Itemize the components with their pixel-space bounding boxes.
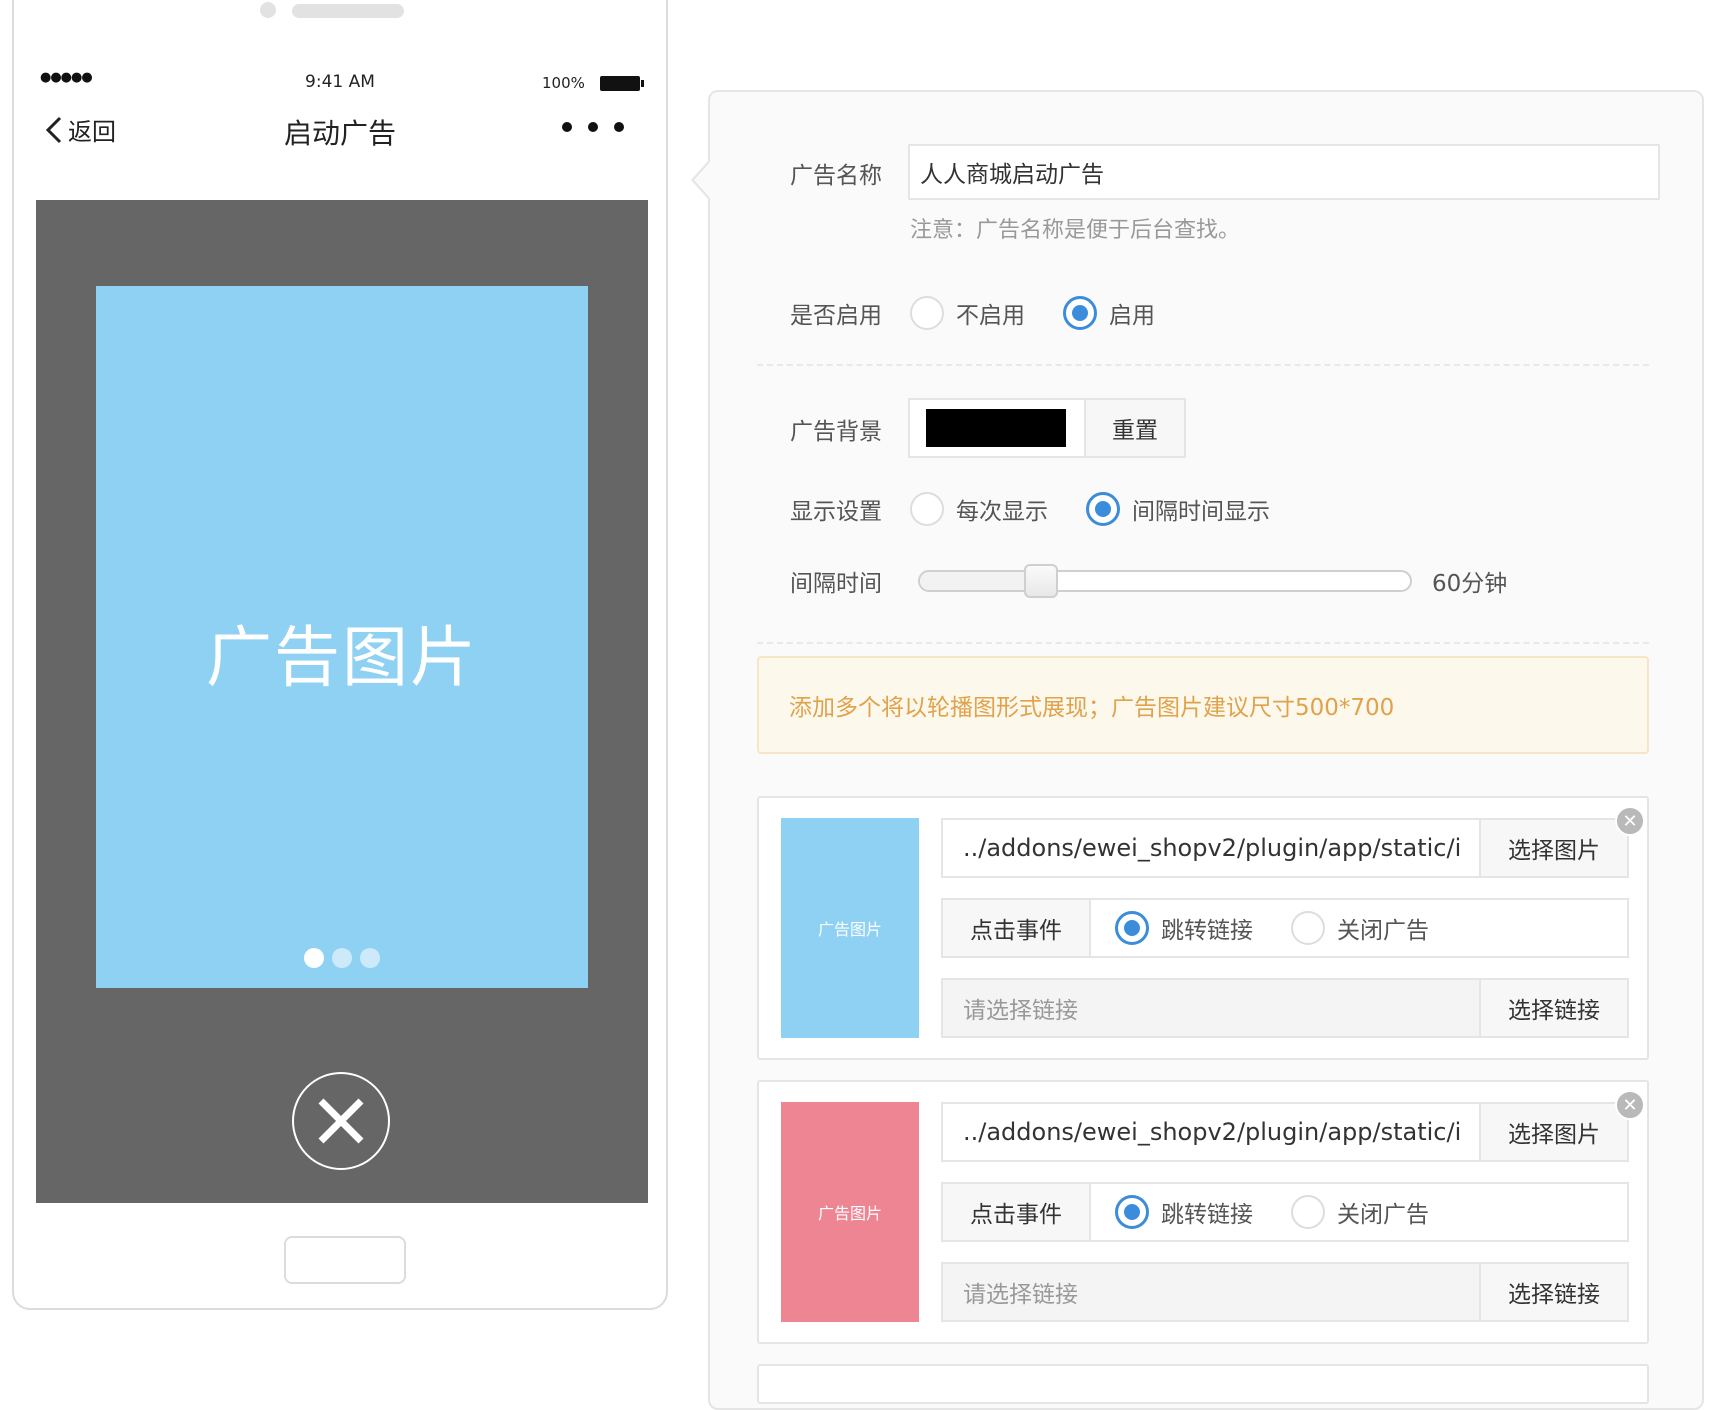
speaker-grille — [292, 4, 404, 18]
reset-button[interactable]: 重置 — [1084, 398, 1186, 458]
click-event-label: 点击事件 — [943, 900, 1091, 956]
radio-jump-link[interactable] — [1115, 1195, 1149, 1229]
background-color-picker[interactable] — [908, 398, 1088, 458]
background-color-swatch — [926, 409, 1066, 447]
enabled-label: 是否启用 — [790, 303, 882, 329]
camera-dot — [260, 2, 276, 18]
interval-slider-fill — [920, 572, 1040, 590]
radio-jump-link-label[interactable]: 跳转链接 — [1161, 911, 1253, 945]
battery-tip — [641, 80, 644, 87]
close-icon — [318, 1098, 364, 1144]
radio-interval-label[interactable]: 间隔时间显示 — [1132, 492, 1270, 526]
image-path-input[interactable]: ../addons/ewei_shopv2/plugin/app/static/… — [941, 818, 1481, 878]
select-image-button[interactable]: 选择图片 — [1479, 818, 1629, 878]
radio-disabled[interactable] — [910, 296, 944, 330]
carousel-dot[interactable] — [304, 948, 324, 968]
ad-name-label: 广告名称 — [790, 163, 882, 189]
click-event-row: 点击事件 跳转链接 关闭广告 — [941, 898, 1629, 958]
radio-interval[interactable] — [1086, 492, 1120, 526]
radio-close-ad-label[interactable]: 关闭广告 — [1337, 1195, 1429, 1229]
select-image-button[interactable]: 选择图片 — [1479, 1102, 1629, 1162]
carousel-dots — [96, 948, 588, 968]
interval-value: 60分钟 — [1432, 571, 1508, 597]
enabled-radio-group: 不启用 启用 — [910, 296, 1181, 330]
ad-name-input[interactable]: 人人商城启动广告 — [908, 144, 1660, 200]
ad-thumbnail[interactable]: 广告图片 — [781, 818, 919, 1038]
close-ad-button[interactable] — [292, 1072, 390, 1170]
interval-slider-handle[interactable] — [1024, 564, 1058, 598]
ad-card: 广告图片 ../addons/ewei_shopv2/plugin/app/st… — [757, 796, 1649, 1060]
nav-title: 启动广告 — [283, 117, 396, 150]
divider — [757, 364, 1649, 366]
remove-ad-icon[interactable]: ✕ — [1615, 1090, 1645, 1120]
ad-card: 广告图片 ../addons/ewei_shopv2/plugin/app/st… — [757, 1080, 1649, 1344]
ad-preview-image-label: 广告图片 — [206, 619, 478, 696]
interval-label: 间隔时间 — [790, 571, 882, 597]
radio-close-ad-label[interactable]: 关闭广告 — [1337, 911, 1429, 945]
ad-preview-screen: 广告图片 — [36, 200, 648, 1203]
radio-jump-link[interactable] — [1115, 911, 1149, 945]
phone-frame: ●●●●● 9:41 AM 100% 返回 启动广告 广告图片 — [12, 0, 668, 1310]
radio-disabled-label[interactable]: 不启用 — [956, 296, 1025, 330]
divider — [757, 642, 1649, 644]
link-input[interactable]: 请选择链接 — [941, 978, 1481, 1038]
radio-close-ad[interactable] — [1291, 911, 1325, 945]
battery-percent: 100% — [542, 74, 585, 92]
radio-every-time[interactable] — [910, 492, 944, 526]
click-event-radio-group: 跳转链接 关闭广告 — [1091, 1195, 1455, 1229]
ad-preview-image: 广告图片 — [96, 286, 588, 988]
carousel-dot[interactable] — [332, 948, 352, 968]
radio-jump-link-label[interactable]: 跳转链接 — [1161, 1195, 1253, 1229]
radio-enabled[interactable] — [1063, 296, 1097, 330]
battery-icon — [600, 76, 640, 91]
select-link-button[interactable]: 选择链接 — [1479, 1262, 1629, 1322]
remove-ad-icon[interactable]: ✕ — [1615, 806, 1645, 836]
click-event-label: 点击事件 — [943, 1184, 1091, 1240]
ad-card — [757, 1364, 1649, 1404]
link-input[interactable]: 请选择链接 — [941, 1262, 1481, 1322]
carousel-dot[interactable] — [360, 948, 380, 968]
radio-every-time-label[interactable]: 每次显示 — [956, 492, 1048, 526]
display-label: 显示设置 — [790, 499, 882, 525]
ad-thumbnail[interactable]: 广告图片 — [781, 1102, 919, 1322]
radio-close-ad[interactable] — [1291, 1195, 1325, 1229]
radio-enabled-label[interactable]: 启用 — [1109, 296, 1155, 330]
notice-banner: 添加多个将以轮播图形式展现；广告图片建议尺寸500*700 — [757, 656, 1649, 754]
more-icon[interactable] — [562, 122, 624, 132]
click-event-radio-group: 跳转链接 关闭广告 — [1091, 911, 1455, 945]
click-event-row: 点击事件 跳转链接 关闭广告 — [941, 1182, 1629, 1242]
ad-name-help: 注意：广告名称是便于后台查找。 — [910, 218, 1241, 243]
image-path-input[interactable]: ../addons/ewei_shopv2/plugin/app/static/… — [941, 1102, 1481, 1162]
background-label: 广告背景 — [790, 419, 882, 445]
display-radio-group: 每次显示 间隔时间显示 — [910, 492, 1296, 526]
select-link-button[interactable]: 选择链接 — [1479, 978, 1629, 1038]
home-button[interactable] — [284, 1236, 406, 1284]
